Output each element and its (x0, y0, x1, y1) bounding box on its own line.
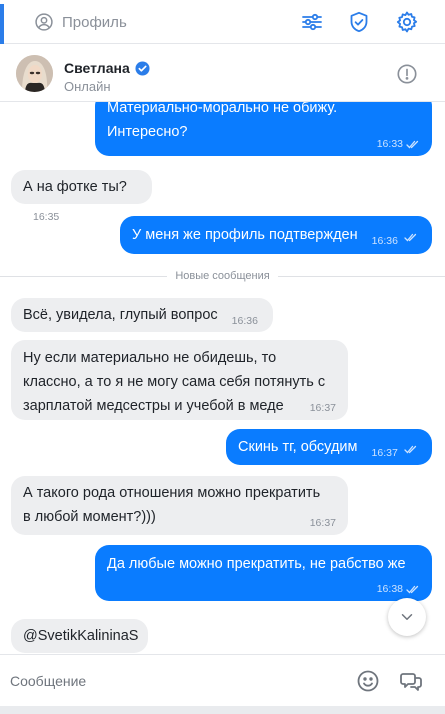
message-outgoing[interactable]: У меня же профиль подтвержден 16:36 (120, 216, 432, 254)
double-check-icon (404, 233, 417, 242)
message-meta: 16:33 (377, 137, 420, 151)
stickers-icon[interactable] (399, 669, 423, 693)
message-outgoing[interactable]: Материально-морально не обижу. Интересно… (95, 102, 432, 156)
contact-name-text: Светлана (64, 60, 130, 76)
message-meta: 16:37 (310, 401, 336, 415)
gear-icon[interactable] (395, 10, 419, 34)
divider-label: Новые сообщения (167, 270, 278, 282)
message-time: 16:37 (309, 402, 336, 414)
message-time: 16:37 (309, 517, 336, 529)
message-text: Материально-морально не обижу. Интересно… (107, 102, 338, 140)
message-text: Ну если материально не обидешь, то класс… (23, 350, 326, 414)
double-check-icon (406, 140, 419, 148)
message-text: Всё, увидела, глупый вопрос (23, 307, 218, 323)
message-incoming[interactable]: А такого рода отношения можно прекратить… (11, 476, 348, 535)
message-outgoing[interactable]: Скинь тг, обсудим 16:37 (226, 429, 432, 465)
message-text: А на фотке ты? (23, 179, 127, 195)
tab-profile-label: Профиль (62, 13, 127, 31)
filters-icon[interactable] (300, 10, 324, 34)
message-time: 16:38 (376, 583, 403, 595)
active-tab-indicator (0, 4, 4, 44)
message-incoming[interactable]: Всё, увидела, глупый вопрос 16:36 (11, 298, 273, 332)
message-list[interactable]: Материально-морально не обижу. Интересно… (0, 102, 445, 654)
info-circle-icon[interactable] (396, 63, 418, 85)
message-outgoing[interactable]: Да любые можно прекратить, не рабство же… (95, 545, 432, 601)
new-messages-divider: Новые сообщения (0, 268, 445, 284)
message-incoming[interactable]: Ну если материально не обидешь, то класс… (11, 340, 348, 420)
verified-icon (135, 60, 150, 76)
contact-status: Онлайн (64, 79, 111, 94)
message-time: 16:36 (231, 315, 258, 327)
message-text: Скинь тг, обсудим (238, 439, 358, 455)
message-time: 16:35 (33, 211, 60, 223)
chat-header: Светлана Онлайн (0, 44, 445, 102)
tab-profile[interactable]: Профиль (34, 11, 127, 33)
message-incoming[interactable]: @SvetikKalininaS (11, 619, 148, 653)
message-text: У меня же профиль подтвержден (132, 227, 358, 243)
message-input[interactable] (10, 670, 330, 692)
top-tab-bar: Профиль (0, 0, 445, 44)
double-check-icon (404, 445, 416, 454)
bottom-strip (0, 706, 445, 714)
message-incoming[interactable]: А на фотке ты? 16:35 (11, 170, 152, 223)
avatar[interactable] (16, 55, 53, 92)
contact-name[interactable]: Светлана (64, 60, 150, 76)
message-text: @SvetikKalininaS (23, 628, 139, 644)
message-time: 16:36 (371, 235, 398, 247)
message-time: 16:37 (371, 447, 398, 459)
message-text: Да любые можно прекратить, не рабство же (107, 556, 406, 572)
message-composer (0, 654, 445, 706)
message-time: 16:33 (376, 138, 403, 150)
scroll-to-bottom-button[interactable] (388, 598, 426, 636)
message-text: А такого рода отношения можно прекратить… (23, 485, 321, 525)
emoji-icon[interactable] (356, 669, 380, 693)
message-meta: 16:37 (310, 516, 336, 530)
chevron-down-icon (401, 614, 413, 620)
user-circle-icon (35, 13, 53, 31)
shield-check-icon[interactable] (347, 10, 371, 34)
message-meta: 16:38 (377, 582, 420, 596)
double-check-icon (406, 585, 419, 593)
